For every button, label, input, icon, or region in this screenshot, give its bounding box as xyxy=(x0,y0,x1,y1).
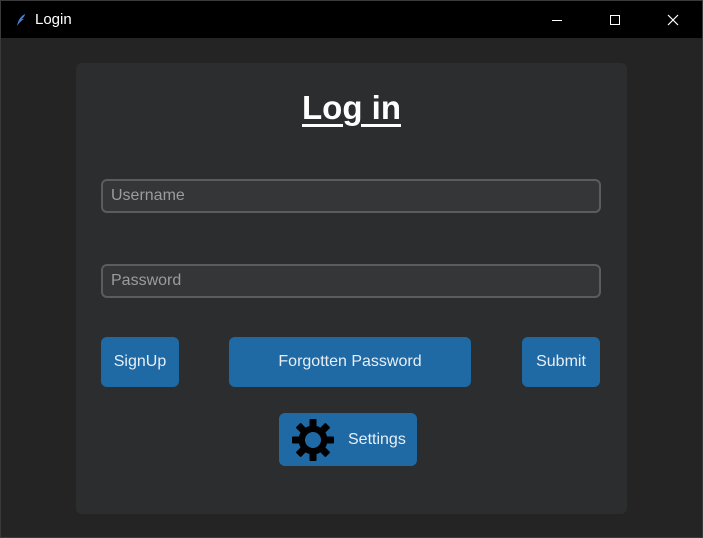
window-controls xyxy=(528,1,702,38)
username-input[interactable] xyxy=(101,179,601,213)
settings-button-label: Settings xyxy=(348,430,406,448)
submit-button[interactable]: Submit xyxy=(522,337,600,387)
login-window: Login Log in Si xyxy=(0,0,703,538)
window-title: Login xyxy=(35,11,72,28)
forgotten-password-label: Forgotten Password xyxy=(278,353,422,370)
page-title: Log in xyxy=(302,89,401,126)
login-card: Log in SignUp Forgotten Password Submit xyxy=(76,63,627,514)
forgotten-password-button[interactable]: Forgotten Password xyxy=(229,337,471,387)
title-bar[interactable]: Login xyxy=(1,1,702,38)
maximize-button[interactable] xyxy=(586,1,644,38)
feather-icon xyxy=(15,13,27,27)
close-button[interactable] xyxy=(644,1,702,38)
minimize-button[interactable] xyxy=(528,1,586,38)
password-input[interactable] xyxy=(101,264,601,298)
signup-button[interactable]: SignUp xyxy=(101,337,179,387)
settings-button[interactable]: Settings xyxy=(279,413,417,466)
maximize-icon xyxy=(610,14,620,25)
signup-button-label: SignUp xyxy=(113,353,167,370)
gear-icon xyxy=(291,418,335,462)
submit-button-label: Submit xyxy=(536,353,586,370)
minimize-icon xyxy=(552,19,562,21)
close-icon xyxy=(667,14,679,25)
